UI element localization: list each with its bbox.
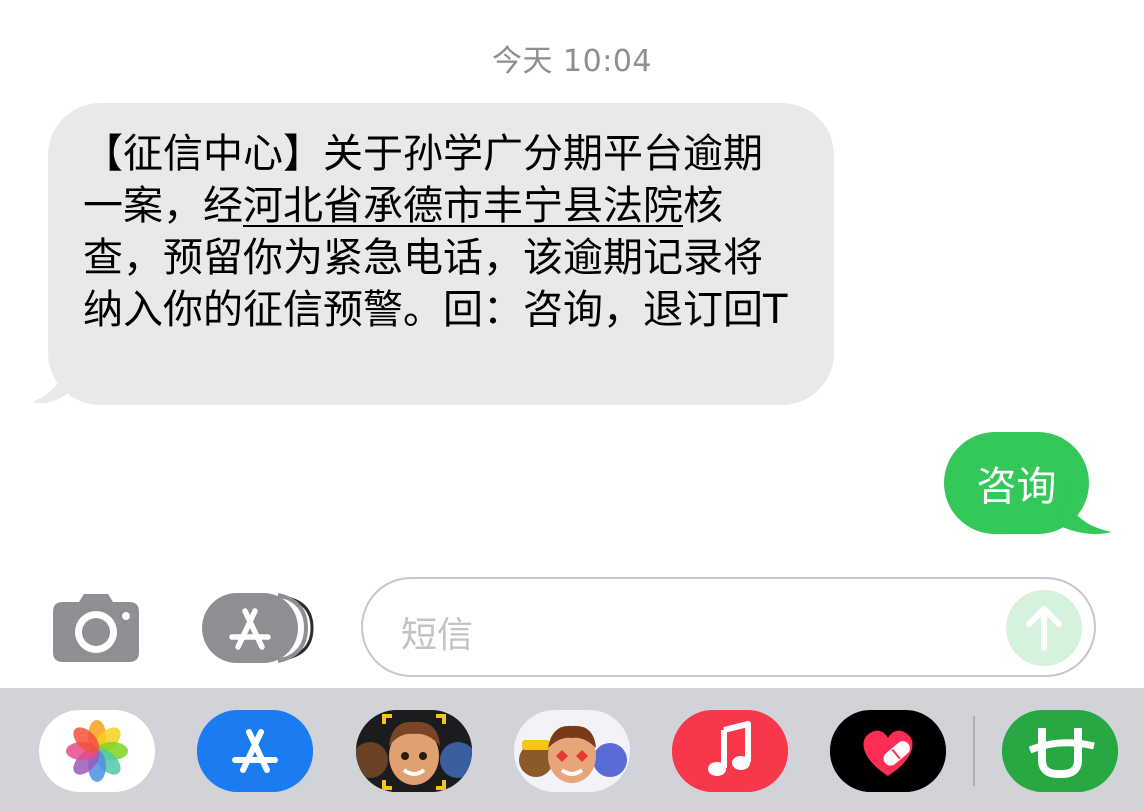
app-store-icon [202,593,314,663]
message-input-placeholder: 短信 [401,615,474,656]
app-store-icon [197,710,313,792]
incoming-bubble-tail [32,350,74,404]
incoming-message-text: 【征信中心】关于孙学广分期平台逾期一案，经河北省承德市丰宁县法院核查，预留你为紧… [83,128,794,336]
incoming-message-bubble[interactable]: 【征信中心】关于孙学广分期平台逾期一案，经河北省承德市丰宁县法院核查，预留你为紧… [48,103,834,405]
app-strip [0,688,1144,811]
message-input[interactable]: 短信 [361,577,1096,677]
animoji-icon [514,710,630,792]
memoji-stickers-button[interactable] [356,710,472,792]
outgoing-message-text: 咨询 [976,464,1057,510]
send-button[interactable] [1006,590,1082,666]
camera-button[interactable] [53,594,139,662]
memoji-icon [356,710,472,792]
timestamp: 今天 10:04 [492,44,652,79]
animoji-button[interactable] [514,710,630,792]
outgoing-bubble-tail [1060,486,1112,534]
digital-touch-button[interactable] [830,710,946,792]
message-link[interactable]: 河北省承德市丰宁县法院 [243,183,683,229]
app-logo-icon [1002,710,1118,792]
app-store-app-button[interactable] [197,710,313,792]
music-note-icon [672,710,788,792]
app-store-button[interactable] [202,593,314,663]
photos-icon [66,720,128,782]
photos-app-button[interactable] [39,710,155,792]
heart-icon [830,710,946,792]
composer-row: 短信 [0,573,1144,683]
third-party-app-button[interactable] [1002,710,1118,792]
app-strip-separator [973,716,975,786]
music-app-button[interactable] [672,710,788,792]
arrow-up-icon [1026,606,1062,651]
camera-icon [53,594,139,662]
